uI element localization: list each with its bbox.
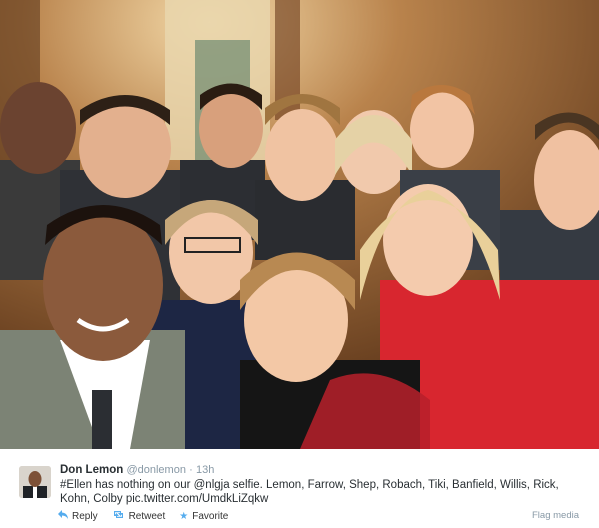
- tweet-content: Don Lemon @donlemon · 13h #Ellen has not…: [60, 463, 580, 506]
- user-handle[interactable]: @donlemon: [126, 464, 185, 476]
- favorite-label: Favorite: [192, 510, 229, 522]
- tweet-header: Don Lemon @donlemon · 13h: [60, 463, 580, 477]
- separator-dot: ·: [189, 464, 193, 476]
- retweet-label: Retweet: [128, 510, 166, 522]
- reply-icon: [58, 510, 68, 522]
- reply-button[interactable]: Reply: [58, 510, 98, 522]
- timestamp[interactable]: 13h: [196, 464, 214, 476]
- flag-media-link[interactable]: Flag media: [532, 510, 579, 521]
- avatar[interactable]: [19, 466, 51, 498]
- reply-label: Reply: [72, 510, 98, 522]
- tweet-actions: Reply Retweet ★ Favorite: [58, 510, 242, 522]
- display-name[interactable]: Don Lemon: [60, 464, 123, 476]
- star-icon: ★: [179, 510, 189, 522]
- tweet-text: #Ellen has nothing on our @nlgja selfie.…: [60, 479, 559, 505]
- retweet-button[interactable]: Retweet: [112, 510, 166, 522]
- tweet-photo[interactable]: [0, 0, 599, 449]
- retweet-icon: [112, 510, 125, 522]
- favorite-button[interactable]: ★ Favorite: [179, 511, 228, 522]
